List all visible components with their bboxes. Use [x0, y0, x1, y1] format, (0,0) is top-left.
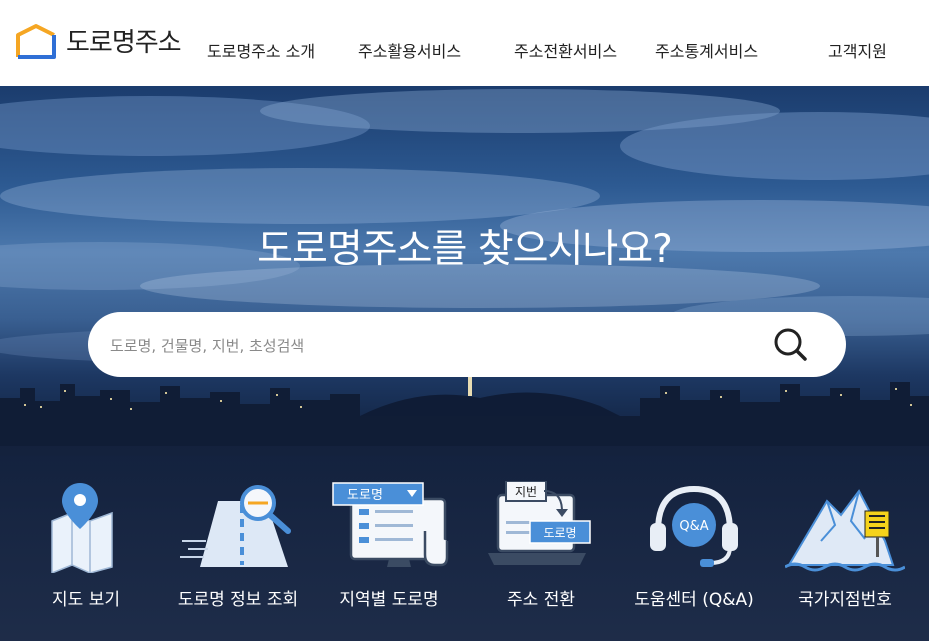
hero-title: 도로명주소를 찾으시나요? [257, 227, 673, 272]
nav-address-statistics[interactable]: 주소통계서비스 [655, 38, 758, 62]
service-label: 지역별 도로명 [339, 590, 439, 610]
service-help-center[interactable]: Q&A 도움센터 (Q&A) [619, 481, 769, 610]
help-center-icon: Q&A [650, 485, 738, 567]
site-logo[interactable]: 도로명주소 [14, 22, 182, 59]
search-bar [88, 312, 846, 379]
convert-badge-top: 지번 [515, 485, 537, 499]
address-convert-icon: 지번 도로명 [488, 481, 591, 565]
logo-text: 도로명주소 [66, 28, 182, 58]
service-address-convert[interactable]: 지번 도로명 주소 전환 [466, 481, 616, 610]
nav-road-address-intro[interactable]: 도로명주소 소개 [207, 38, 315, 62]
map-icon [51, 483, 113, 573]
help-badge: Q&A [679, 519, 708, 534]
nav-customer-support[interactable]: 고객지원 [828, 38, 887, 62]
search-input[interactable] [108, 312, 772, 379]
top-header: 도로명주소 도로명주소 소개 주소활용서비스 주소전환서비스 주소통계서비스 고… [0, 0, 929, 86]
service-road-info[interactable]: 도로명 정보 조회 [163, 481, 313, 610]
service-national-point[interactable]: 국가지점번호 [770, 481, 920, 610]
nav-address-usage[interactable]: 주소활용서비스 [358, 38, 461, 62]
nav-address-conversion[interactable]: 주소전환서비스 [514, 38, 617, 62]
service-label: 도로명 정보 조회 [177, 590, 299, 610]
house-logo-icon [16, 23, 56, 59]
search-icon[interactable] [768, 322, 814, 368]
service-regional-road[interactable]: 도로명 지역별 도로명 [314, 481, 464, 610]
service-label: 도움센터 (Q&A) [634, 590, 754, 610]
hero-banner: 도로명주소를 찾으시나요? 지도 보기 도로명 정보 조회 [0, 86, 929, 641]
national-point-icon [785, 489, 905, 572]
service-map-view[interactable]: 지도 보기 [11, 481, 161, 610]
service-label: 주소 전환 [507, 590, 575, 610]
city-skyline [0, 376, 929, 456]
region-badge: 도로명 [347, 488, 383, 503]
service-label: 국가지점번호 [798, 590, 892, 610]
road-search-icon [180, 485, 291, 567]
service-label: 지도 보기 [52, 590, 120, 610]
convert-badge-bottom: 도로명 [543, 526, 576, 540]
region-road-icon: 도로명 [332, 482, 449, 567]
